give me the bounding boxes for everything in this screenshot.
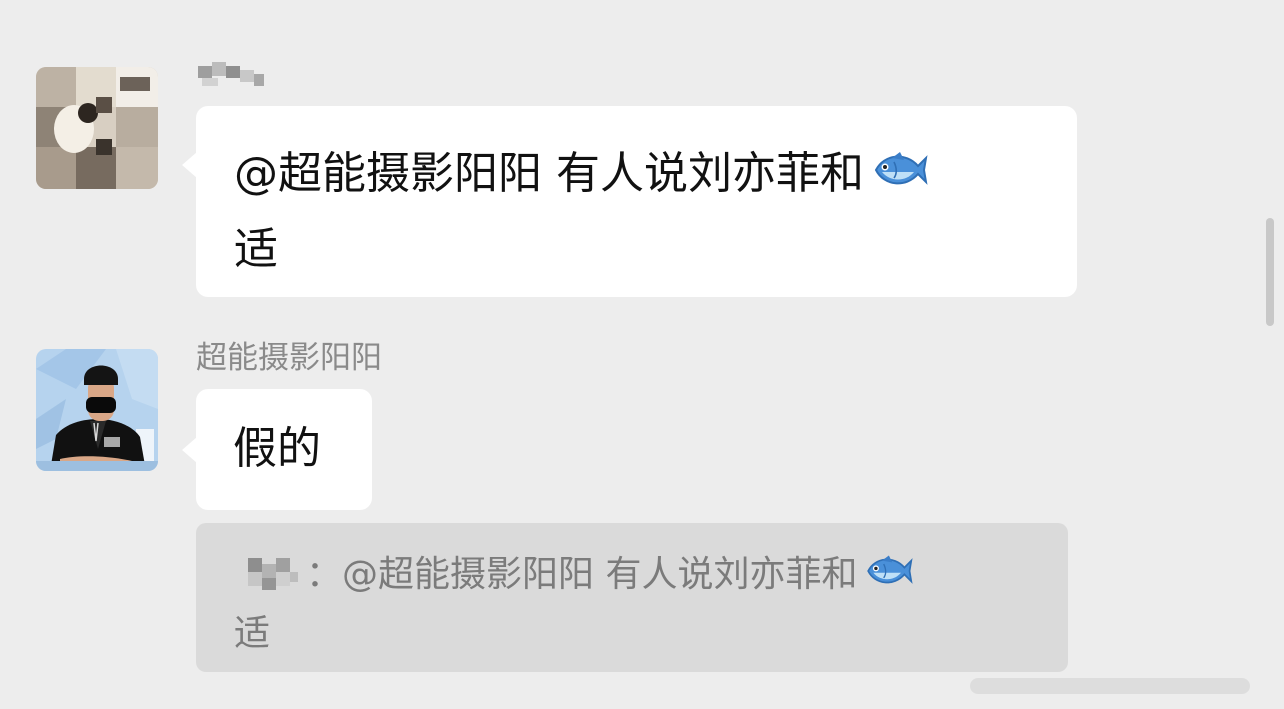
avatar-photographer[interactable]	[36, 349, 158, 471]
quoted-text-line: 适	[234, 606, 1028, 661]
message-text: 适	[234, 224, 278, 275]
message-text: 假的	[233, 423, 321, 474]
fish-emoji-icon	[863, 551, 914, 606]
quoted-message[interactable]: ：@超能摄影阳阳 有人说刘亦菲和 适	[196, 523, 1068, 672]
sender-name[interactable]: 超能摄影阳阳	[196, 343, 382, 374]
quoted-text: 适	[234, 613, 271, 654]
fish-emoji-icon	[870, 142, 928, 214]
message-text-line: @超能摄影阳阳 有人说刘亦菲和	[234, 138, 1037, 214]
quoted-author-blurred	[234, 554, 306, 594]
avatar-photo-image	[36, 349, 158, 471]
message-bubble[interactable]: @超能摄影阳阳 有人说刘亦菲和 适	[182, 106, 1077, 297]
quoted-text-line: ：@超能摄影阳阳 有人说刘亦菲和	[234, 547, 1028, 606]
quoted-author-separator: ：	[306, 554, 343, 595]
scrollbar-thumb[interactable]	[1266, 218, 1274, 326]
blurred-name-mosaic	[198, 62, 264, 86]
message-text: @超能摄影阳阳 有人说刘亦菲和	[234, 148, 864, 199]
watermark	[960, 672, 1260, 700]
pixelated-avatar-image	[36, 67, 158, 189]
avatar-pixelated[interactable]	[36, 67, 158, 189]
chat-window: @超能摄影阳阳 有人说刘亦菲和 适 超能摄影阳阳 假的 ：@超能摄影阳阳 有人说…	[0, 0, 1284, 709]
message-text-line: 适	[234, 214, 1037, 286]
sender-name-blurred	[196, 60, 270, 92]
message-bubble[interactable]: 假的	[182, 389, 372, 510]
quoted-text: @超能摄影阳阳 有人说刘亦菲和	[342, 554, 858, 595]
